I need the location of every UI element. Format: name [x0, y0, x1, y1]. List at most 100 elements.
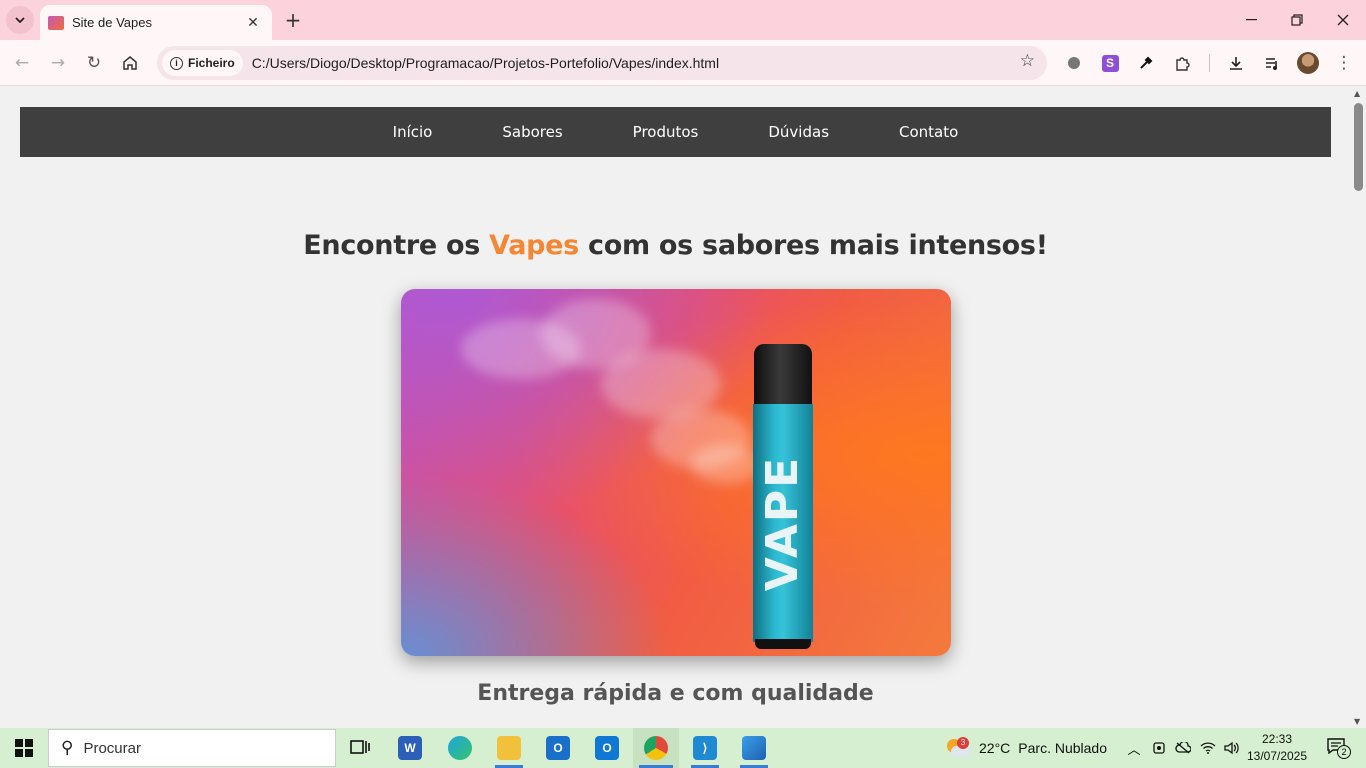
minimize-icon: [1245, 19, 1257, 21]
nav-link-contato[interactable]: Contato: [899, 123, 958, 141]
taskbar-word[interactable]: W: [390, 728, 430, 768]
vape-device: VAPE: [753, 344, 813, 649]
forward-button[interactable]: →: [44, 49, 72, 77]
task-view-icon: [350, 740, 370, 754]
extension-s-button[interactable]: S: [1096, 49, 1124, 77]
speaker-icon: [1224, 741, 1239, 755]
more-vertical-icon: ⋮: [1335, 53, 1353, 73]
minimize-window-button[interactable]: [1228, 0, 1274, 40]
puzzle-icon: [1176, 57, 1190, 71]
notification-center-button[interactable]: 2: [1318, 728, 1358, 768]
reload-button[interactable]: ↻: [80, 49, 108, 77]
cloud-offline-icon: [1175, 742, 1191, 754]
nav-link-inicio[interactable]: Início: [393, 123, 433, 141]
extensions-button[interactable]: [1168, 49, 1196, 77]
taskbar-search-placeholder: Procurar: [83, 739, 141, 757]
task-view-button[interactable]: [340, 728, 380, 768]
taskbar-outlook-classic[interactable]: O: [538, 728, 578, 768]
nav-link-produtos[interactable]: Produtos: [633, 123, 699, 141]
close-icon: [1337, 14, 1349, 26]
site-navbar: Início Sabores Produtos Dúvidas Contato: [20, 107, 1331, 157]
volume-tray-icon[interactable]: [1220, 728, 1242, 768]
weather-temperature: 22°C: [979, 740, 1011, 756]
weather-cloud-sun-icon: 3: [945, 737, 971, 759]
browser-tab-active[interactable]: Site de Vapes ✕: [40, 5, 272, 40]
url-text[interactable]: C:/Users/Diogo/Desktop/Programacao/Proje…: [252, 55, 719, 71]
close-window-button[interactable]: [1320, 0, 1366, 40]
edge-icon: [448, 736, 472, 760]
extension-gear-icon: [1068, 57, 1080, 69]
reload-icon: ↻: [86, 53, 102, 73]
restore-icon: [1291, 14, 1303, 26]
taskbar-edge[interactable]: [440, 728, 480, 768]
home-icon: [123, 56, 137, 70]
media-playlist-icon: [1266, 58, 1277, 70]
taskbar-chrome[interactable]: [633, 728, 679, 768]
bookmark-star-icon[interactable]: ☆: [1020, 51, 1035, 71]
site-info-chip[interactable]: i Ficheiro: [162, 50, 243, 76]
windows-taskbar: ⚲ Procurar W O O ⟩ 3 22°C Parc. Nublado …: [0, 728, 1366, 768]
chrome-icon: [644, 736, 668, 760]
eyedropper-extension-button[interactable]: [1132, 49, 1160, 77]
smoke-wisp: [691, 444, 761, 484]
page-scrollbar[interactable]: ▲ ▼: [1351, 87, 1366, 728]
nav-link-duvidas[interactable]: Dúvidas: [768, 123, 829, 141]
vape-label: VAPE: [753, 404, 813, 642]
restore-window-button[interactable]: [1274, 0, 1320, 40]
wifi-icon: [1200, 742, 1216, 754]
downloads-button[interactable]: [1222, 49, 1250, 77]
media-control-button[interactable]: [1258, 49, 1286, 77]
extension-s-icon: S: [1101, 54, 1119, 72]
clock-date: 13/07/2025: [1246, 749, 1308, 763]
taskbar-search-box[interactable]: ⚲ Procurar: [48, 729, 336, 767]
folder-icon: [497, 736, 521, 760]
info-icon: i: [170, 56, 183, 70]
tab-title: Site de Vapes: [72, 15, 152, 30]
headline-highlight: Vapes: [489, 230, 579, 261]
taskbar-photos[interactable]: [734, 728, 774, 768]
search-icon: ⚲: [61, 738, 74, 758]
weather-widget[interactable]: 3 22°C Parc. Nublado: [945, 728, 1110, 768]
chevron-up-icon: ︿: [1127, 742, 1141, 758]
address-bar[interactable]: i Ficheiro C:/Users/Diogo/Desktop/Progra…: [157, 46, 1047, 80]
back-button[interactable]: ←: [8, 49, 36, 77]
section-subheading: Entrega rápida e com qualidade: [477, 681, 874, 706]
profile-avatar: [1297, 52, 1319, 74]
vape-mouthpiece: [754, 344, 812, 406]
start-button[interactable]: [0, 728, 48, 768]
taskbar-vscode[interactable]: ⟩: [685, 728, 725, 768]
word-icon: W: [398, 736, 422, 760]
headline-part-2: com os sabores mais intensos!: [578, 230, 1048, 261]
hero-image: VAPE: [401, 289, 951, 656]
windows-logo-icon: [15, 739, 33, 757]
taskbar-file-explorer[interactable]: [489, 728, 529, 768]
arrow-left-icon: ←: [14, 53, 30, 73]
scroll-down-arrow-icon[interactable]: ▼: [1354, 717, 1360, 726]
browser-toolbar: ← → ↻ i Ficheiro C:/Users/Diogo/Desktop/…: [0, 40, 1366, 86]
profile-button[interactable]: [1294, 49, 1322, 77]
meet-camera-tray-icon[interactable]: [1148, 728, 1170, 768]
browser-menu-button[interactable]: ⋮: [1330, 49, 1358, 77]
home-button[interactable]: [116, 49, 144, 77]
show-hidden-icons-button[interactable]: ︿: [1124, 728, 1144, 768]
new-tab-button[interactable]: +: [280, 7, 306, 33]
nav-link-sabores[interactable]: Sabores: [502, 123, 562, 141]
eyedropper-icon: [1140, 56, 1153, 69]
scroll-up-arrow-icon[interactable]: ▲: [1354, 89, 1360, 98]
arrow-right-icon: →: [50, 53, 66, 73]
outlook-classic-icon: O: [546, 736, 570, 760]
tab-search-button[interactable]: [6, 6, 34, 34]
taskbar-clock[interactable]: 22:33 13/07/2025: [1246, 731, 1308, 765]
notification-count-badge: 2: [1337, 745, 1351, 759]
clock-time: 22:33: [1261, 732, 1293, 746]
onedrive-tray-icon[interactable]: [1172, 728, 1194, 768]
browser-tab-strip: Site de Vapes ✕ +: [0, 0, 1366, 40]
site-info-label: Ficheiro: [188, 56, 235, 70]
extension-puzzle-button[interactable]: [1060, 49, 1088, 77]
weather-description: Parc. Nublado: [1018, 740, 1107, 756]
close-tab-icon[interactable]: ✕: [244, 15, 262, 31]
photos-icon: [742, 736, 766, 760]
scrollbar-thumb[interactable]: [1354, 103, 1363, 191]
wifi-tray-icon[interactable]: [1197, 728, 1219, 768]
taskbar-outlook[interactable]: O: [587, 728, 627, 768]
